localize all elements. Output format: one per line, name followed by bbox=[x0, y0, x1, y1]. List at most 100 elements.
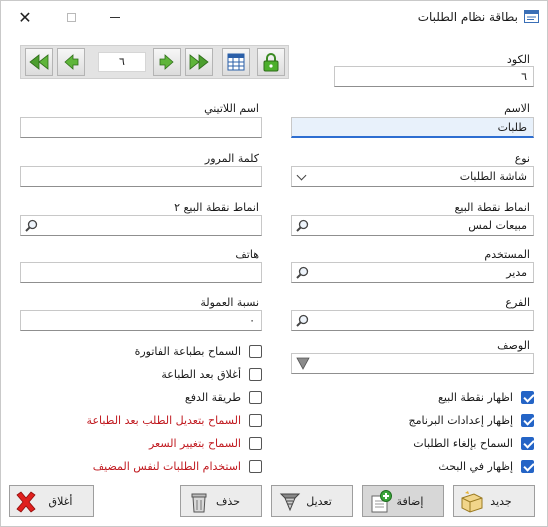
latin-name-label: اسم اللاتيني bbox=[204, 102, 259, 115]
record-navigation-bar: ٦ bbox=[20, 45, 289, 79]
pos-styles-value: مبيعات لمس bbox=[468, 219, 527, 232]
commission-label: نسبة العمولة bbox=[200, 296, 259, 309]
search-icon[interactable] bbox=[293, 264, 312, 281]
checkbox-box[interactable] bbox=[521, 413, 534, 427]
close-icon: ✕ bbox=[18, 7, 32, 27]
add-button-label: إضافة bbox=[396, 494, 424, 508]
next-icon bbox=[159, 54, 174, 70]
title-bar: بطاقة نظام الطلبات ✕ bbox=[1, 1, 547, 34]
maximize-window-button[interactable] bbox=[57, 5, 85, 29]
new-button[interactable]: جديد bbox=[453, 485, 535, 517]
triangle-down-icon[interactable] bbox=[293, 355, 312, 372]
code-field[interactable]: ٦ bbox=[334, 66, 534, 87]
close-button-label: أغلاق bbox=[48, 494, 73, 508]
type-label: نوع bbox=[514, 152, 530, 165]
chevron-down-icon bbox=[296, 170, 307, 181]
record-number-field[interactable]: ٦ bbox=[98, 52, 146, 72]
checkbox-box[interactable] bbox=[249, 367, 262, 381]
type-selected-value: شاشة الطلبات bbox=[459, 170, 527, 183]
search-icon[interactable] bbox=[293, 312, 312, 329]
checkbox-label: السماح بتغيير السعر bbox=[148, 436, 241, 450]
checkbox-box[interactable] bbox=[249, 459, 262, 473]
order-system-card-window: بطاقة نظام الطلبات ✕ ٦ الكود ٦ الاسم طلب… bbox=[0, 0, 548, 527]
user-field[interactable]: مدير bbox=[291, 262, 534, 283]
delete-button[interactable]: حذف bbox=[180, 485, 262, 517]
trash-icon bbox=[191, 493, 207, 513]
checkbox-box[interactable] bbox=[249, 390, 262, 404]
checkbox-box[interactable] bbox=[249, 413, 262, 427]
allow-change-price-checkbox[interactable]: السماح بتغيير السعر bbox=[149, 435, 262, 451]
show-in-search-checkbox[interactable]: إظهار في البحث bbox=[438, 458, 534, 474]
window-title: بطاقة نظام الطلبات bbox=[417, 10, 518, 24]
grid-view-button[interactable] bbox=[222, 48, 250, 76]
name-label: الاسم bbox=[504, 102, 530, 115]
user-label: المستخدم bbox=[484, 248, 530, 261]
edit-button-label: تعديل bbox=[306, 494, 332, 508]
pos-styles-field[interactable]: مبيعات لمس bbox=[291, 215, 534, 236]
description-label: الوصف bbox=[497, 339, 530, 352]
checkbox-box[interactable] bbox=[521, 436, 534, 450]
payment-method-checkbox[interactable]: طريقة الدفع bbox=[185, 389, 262, 405]
next-record-button-left[interactable] bbox=[57, 48, 85, 76]
checkbox-box[interactable] bbox=[521, 390, 534, 404]
minimize-window-button[interactable] bbox=[101, 5, 129, 29]
last-icon bbox=[189, 54, 209, 70]
edit-button[interactable]: تعديل bbox=[271, 485, 353, 517]
add-record-icon bbox=[371, 490, 392, 513]
allow-print-invoice-checkbox[interactable]: السماح بطباعة الفاتورة bbox=[135, 343, 262, 359]
first-icon bbox=[29, 54, 49, 70]
phone-field[interactable] bbox=[20, 262, 262, 283]
password-field[interactable] bbox=[20, 166, 262, 187]
card-icon bbox=[524, 10, 539, 23]
type-select[interactable]: شاشة الطلبات bbox=[291, 166, 534, 187]
latin-name-field[interactable] bbox=[20, 117, 262, 138]
add-button[interactable]: إضافة bbox=[362, 485, 444, 517]
phone-label: هاتف bbox=[235, 248, 259, 261]
grid-icon bbox=[227, 53, 245, 71]
minimize-icon bbox=[110, 16, 120, 18]
search-icon[interactable] bbox=[293, 217, 312, 234]
name-field[interactable]: طلبات bbox=[291, 117, 534, 138]
pos-styles-2-field[interactable] bbox=[20, 215, 262, 236]
pos-styles-2-label: انماط نقطة البيع ٢ bbox=[174, 201, 259, 214]
checkbox-label: السماح بطباعة الفاتورة bbox=[134, 344, 241, 358]
checkbox-label: اظهار نقطة البيع bbox=[438, 390, 513, 404]
previous-icon bbox=[64, 54, 79, 70]
checkbox-box[interactable] bbox=[249, 436, 262, 450]
user-value: مدير bbox=[506, 266, 527, 279]
show-program-settings-checkbox[interactable]: إظهار إعدادات البرنامج bbox=[408, 412, 534, 428]
search-icon[interactable] bbox=[22, 217, 41, 234]
first-record-button[interactable] bbox=[185, 48, 213, 76]
close-button[interactable]: أغلاق bbox=[9, 485, 94, 517]
allow-edit-after-print-checkbox[interactable]: السماح بتعديل الطلب بعد الطباعة bbox=[87, 412, 262, 428]
close-window-button[interactable]: ✕ bbox=[11, 5, 39, 29]
commission-field[interactable]: ٠ bbox=[20, 310, 262, 331]
checkbox-label: السماح بإلغاء الطلبات bbox=[413, 436, 513, 450]
branch-label: الفرع bbox=[505, 296, 530, 309]
edit-record-icon bbox=[279, 493, 301, 512]
new-button-label: جديد bbox=[490, 494, 512, 508]
branch-field[interactable] bbox=[291, 310, 534, 331]
delete-button-label: حذف bbox=[216, 494, 240, 508]
last-record-button[interactable] bbox=[25, 48, 53, 76]
checkbox-label: إظهار إعدادات البرنامج bbox=[408, 413, 514, 427]
checkbox-box[interactable] bbox=[521, 459, 534, 473]
code-label: الكود bbox=[506, 53, 530, 66]
maximize-icon bbox=[66, 12, 76, 22]
checkbox-label: أغلاق بعد الطباعة bbox=[161, 367, 241, 381]
password-label: كلمة المرور bbox=[204, 152, 259, 165]
checkbox-label: استخدام الطلبات لنفس المضيف bbox=[92, 459, 241, 473]
lock-icon bbox=[263, 53, 279, 72]
checkbox-box[interactable] bbox=[249, 344, 262, 358]
new-record-icon bbox=[461, 491, 483, 513]
show-pos-checkbox[interactable]: اظهار نقطة البيع bbox=[438, 389, 534, 405]
allow-cancel-orders-checkbox[interactable]: السماح بإلغاء الطلبات bbox=[413, 435, 534, 451]
description-field[interactable] bbox=[291, 353, 534, 374]
next-record-button[interactable] bbox=[153, 48, 181, 76]
checkbox-label: إظهار في البحث bbox=[438, 459, 513, 473]
checkbox-label: طريقة الدفع bbox=[184, 390, 241, 404]
close-red-x-icon bbox=[16, 491, 36, 513]
lock-button[interactable] bbox=[257, 48, 285, 76]
same-host-orders-checkbox[interactable]: استخدام الطلبات لنفس المضيف bbox=[93, 458, 262, 474]
close-after-print-checkbox[interactable]: أغلاق بعد الطباعة bbox=[161, 366, 262, 382]
